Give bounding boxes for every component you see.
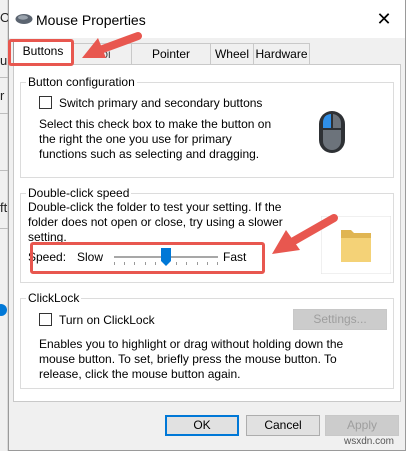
switch-buttons-label[interactable]: Switch primary and secondary buttons xyxy=(59,96,262,110)
slider-tick xyxy=(155,262,156,265)
tab-buttons[interactable]: Buttons xyxy=(13,40,73,65)
clicklock-group: ClickLock Turn on ClickLock Settings... … xyxy=(20,291,394,389)
background-divider xyxy=(0,228,8,229)
mouse-icon xyxy=(15,13,33,28)
clicklock-description: Enables you to highlight or drag without… xyxy=(39,337,344,381)
close-button[interactable]: ✕ xyxy=(373,8,395,30)
slider-tick xyxy=(186,262,187,265)
title-bar[interactable]: Mouse Properties ✕ xyxy=(9,0,405,38)
background-divider xyxy=(0,77,8,78)
tab-hardware[interactable]: Hardware xyxy=(253,43,310,64)
cancel-button[interactable]: Cancel xyxy=(246,415,320,436)
slider-tick xyxy=(207,262,208,265)
button-configuration-description: Select this check box to make the button… xyxy=(39,117,272,161)
background-text: u xyxy=(0,53,8,68)
double-click-description: Double-click the folder to test your set… xyxy=(28,200,283,244)
mouse-illustration-icon xyxy=(317,109,347,155)
tab-wheel[interactable]: Wheel xyxy=(210,43,254,64)
test-folder-icon[interactable] xyxy=(320,215,392,275)
slider-tick xyxy=(134,262,135,265)
slider-tick xyxy=(217,262,218,265)
double-click-speed-group: Double-click speed Double-click the fold… xyxy=(20,186,394,283)
background-text: r xyxy=(0,88,5,103)
apply-button[interactable]: Apply xyxy=(325,415,399,436)
slider-thumb[interactable] xyxy=(161,248,171,266)
clicklock-settings-button[interactable]: Settings... xyxy=(293,309,387,330)
tab-pointers[interactable]: Poi xyxy=(72,43,132,64)
clicklock-label[interactable]: Turn on ClickLock xyxy=(59,313,155,327)
background-divider xyxy=(0,170,8,171)
slider-tick xyxy=(176,262,177,265)
fast-label: Fast xyxy=(223,250,247,264)
background-text: ft xyxy=(0,200,8,215)
background-divider xyxy=(0,113,8,114)
group-title: Double-click speed xyxy=(26,186,132,200)
double-click-speed-slider[interactable] xyxy=(114,246,218,270)
switch-buttons-checkbox[interactable] xyxy=(39,96,52,109)
slow-label: Slow xyxy=(77,250,104,264)
clicklock-checkbox[interactable] xyxy=(39,313,52,326)
tab-pointer-options[interactable]: Pointer Options xyxy=(131,43,211,81)
speed-label: Speed: xyxy=(28,250,67,264)
group-title: ClickLock xyxy=(26,291,82,305)
mouse-properties-dialog: Mouse Properties ✕ Buttons Poi Pointer O… xyxy=(8,0,406,451)
slider-tick xyxy=(124,262,125,265)
window-title: Mouse Properties xyxy=(36,12,146,28)
slider-tick xyxy=(197,262,198,265)
ok-button[interactable]: OK xyxy=(165,415,239,436)
slider-tick xyxy=(114,262,115,265)
button-configuration-group: Button configuration Switch primary and … xyxy=(20,75,394,178)
watermark: wsxdn.com xyxy=(344,436,395,447)
group-title: Button configuration xyxy=(26,75,137,89)
slider-tick xyxy=(145,262,146,265)
tab-panel: Button configuration Switch primary and … xyxy=(13,64,401,402)
